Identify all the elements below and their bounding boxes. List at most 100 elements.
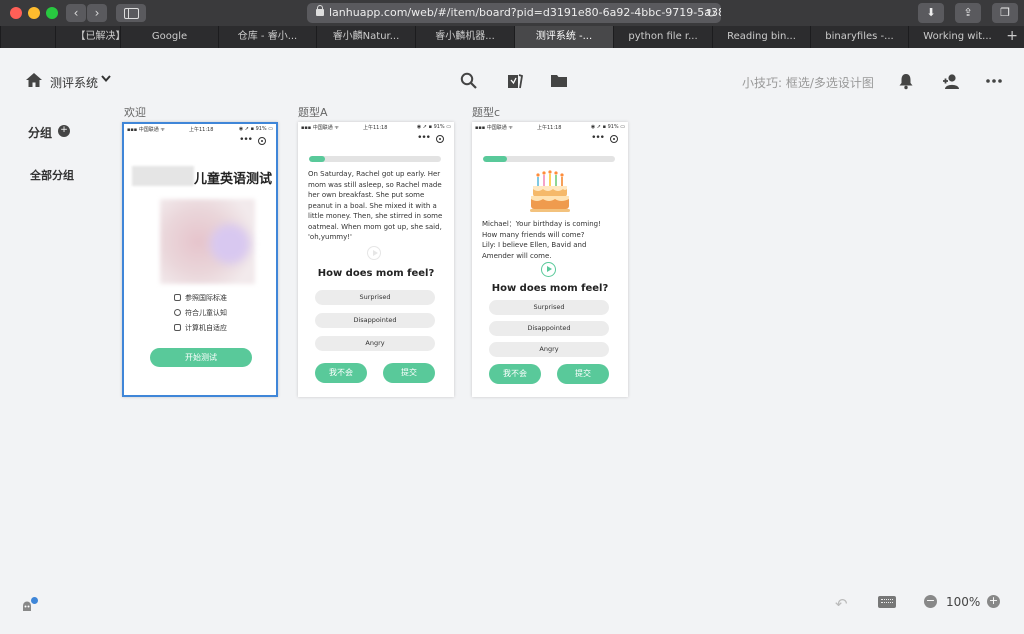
search-icon[interactable] (460, 72, 478, 90)
undo-icon[interactable]: ↶ (835, 595, 848, 613)
tab-evaluation-system[interactable]: 测评系统 -... (514, 26, 613, 48)
folder-icon[interactable] (550, 72, 568, 90)
lock-icon (316, 5, 324, 16)
battery-text: ◉ ➚ ▪ 91% ▭ (590, 124, 625, 130)
blurred-illustration (160, 199, 255, 284)
option-angry[interactable]: Angry (315, 336, 435, 351)
zoom-level[interactable]: 100% (946, 595, 980, 609)
skip-button[interactable]: 我不会 (489, 364, 541, 384)
phone-status-bar: ▪▪▪ 中国联通 ᯤ 上午11:18 ◉ ➚ ▪ 91% ▭ (127, 126, 273, 134)
feature-item: 参照国际标准 (174, 293, 227, 303)
address-bar[interactable]: lanhuapp.com/web/#/item/board?pid=d3191e… (307, 3, 721, 23)
play-audio-icon[interactable] (541, 262, 556, 277)
submit-button[interactable]: 提交 (383, 363, 435, 383)
close-target-icon (610, 135, 618, 143)
carrier-text: ▪▪▪ 中国联通 ᯤ (301, 125, 339, 131)
reading-passage: On Saturday, Rachel got up early. Her mo… (308, 170, 443, 241)
home-icon[interactable] (26, 73, 42, 87)
add-group-button[interactable]: + (58, 125, 70, 137)
chevron-down-icon[interactable] (101, 73, 111, 85)
smile-icon (174, 309, 181, 316)
dialog-text: Michael：Your birthday is coming! How man… (482, 220, 601, 260)
more-dots-icon: ••• (239, 135, 253, 145)
project-name[interactable]: 测评系统 (50, 74, 98, 91)
group-item-all[interactable]: 全部分组 (30, 167, 74, 183)
url-text: lanhuapp.com/web/#/item/board?pid=d3191e… (329, 6, 721, 19)
document-icon (174, 294, 181, 301)
option-surprised[interactable]: Surprised (489, 300, 609, 315)
reload-icon[interactable]: ↻ (706, 3, 716, 23)
feature-item: 计算机自适应 (174, 323, 227, 333)
download-icon[interactable]: ⬇ (918, 3, 944, 23)
progress-fill (309, 156, 325, 162)
more-dots-icon: ••• (591, 133, 605, 143)
artboard-welcome[interactable]: ▪▪▪ 中国联通 ᯤ 上午11:18 ◉ ➚ ▪ 91% ▭ ••• 儿童英语测… (122, 122, 278, 397)
play-audio-icon[interactable] (367, 246, 381, 260)
artboard-type-c[interactable]: ▪▪▪ 中国联通 ᯤ 上午11:18 ◉ ➚ ▪ 91% ▭ ••• Micha… (472, 122, 628, 397)
time-text: 上午11:18 (537, 125, 562, 131)
tip-text: 小技巧: 框选/多选设计图 (742, 76, 874, 90)
option-angry[interactable]: Angry (489, 342, 609, 357)
more-options-icon[interactable] (985, 72, 1003, 90)
question-text: How does mom feel? (491, 283, 609, 294)
option-surprised[interactable]: Surprised (315, 290, 435, 305)
tab-repo[interactable]: 仓库 - 睿小... (218, 26, 316, 48)
carrier-text: ▪▪▪ 中国联通 ᯤ (475, 125, 513, 131)
browser-titlebar: ‹ › lanhuapp.com/web/#/item/board?pid=d3… (0, 0, 1024, 26)
minimize-window-button[interactable] (28, 7, 40, 19)
progress-bar (309, 156, 441, 162)
tab-binaryfiles[interactable]: binaryfiles -... (810, 26, 908, 48)
progress-fill (483, 156, 507, 162)
start-test-button[interactable]: 开始测试 (150, 348, 252, 367)
battery-text: ◉ ➚ ▪ 91% ▭ (238, 126, 273, 132)
battery-text: ◉ ➚ ▪ 91% ▭ (416, 124, 451, 130)
progress-bar (483, 156, 615, 162)
time-text: 上午11:18 (363, 125, 388, 131)
maximize-window-button[interactable] (46, 7, 58, 19)
artboard-label-welcome[interactable]: 欢迎 (124, 104, 146, 120)
close-window-button[interactable] (10, 7, 22, 19)
tab-robot[interactable]: 睿小麟机器... (415, 26, 514, 48)
group-title: 分组 (28, 126, 53, 140)
keyboard-shortcuts-icon[interactable] (878, 596, 896, 608)
close-target-icon (258, 137, 266, 145)
artboard-label-type-a[interactable]: 题型A (298, 104, 328, 120)
tab-google[interactable]: Google (120, 26, 218, 48)
tab-reading-binary[interactable]: Reading bin... (712, 26, 810, 48)
monitor-icon (174, 324, 181, 331)
new-tab-button[interactable]: + (1006, 28, 1018, 44)
zoom-out-button[interactable]: − (924, 595, 937, 608)
submit-button[interactable]: 提交 (557, 364, 609, 384)
blurred-logo (132, 166, 194, 186)
add-member-icon[interactable] (942, 72, 960, 90)
phone-status-bar: ▪▪▪ 中国联通 ᯤ 上午11:18 ◉ ➚ ▪ 91% ▭ (475, 124, 625, 132)
share-icon[interactable]: ⇪ (955, 3, 981, 23)
test-title: 儿童英语测试 (194, 172, 273, 187)
tab-bar: 【已解决】 Google 仓库 - 睿小... 睿小麟Natur... 睿小麟机… (0, 26, 1024, 48)
birthday-cake-icon (530, 170, 570, 212)
back-button[interactable]: ‹ (66, 4, 86, 22)
skip-button[interactable]: 我不会 (315, 363, 367, 383)
close-target-icon (436, 135, 444, 143)
option-disappointed[interactable]: Disappointed (489, 321, 609, 336)
sidebar-toggle-icon[interactable] (116, 4, 146, 22)
question-text: How does mom feel? (317, 268, 435, 279)
bell-icon[interactable] (897, 72, 915, 90)
option-disappointed[interactable]: Disappointed (315, 313, 435, 328)
more-dots-icon: ••• (417, 133, 431, 143)
cards-icon[interactable] (506, 72, 524, 90)
artboard-label-type-c[interactable]: 题型c (472, 104, 500, 120)
phone-status-bar: ▪▪▪ 中国联通 ᯤ 上午11:18 ◉ ➚ ▪ 91% ▭ (301, 124, 451, 132)
tab-working-with[interactable]: Working wit... (908, 26, 1006, 48)
tab-natural[interactable]: 睿小麟Natur... (316, 26, 415, 48)
forward-button[interactable]: › (87, 4, 107, 22)
time-text: 上午11:18 (189, 127, 214, 133)
tab-python-file[interactable]: python file r... (613, 26, 712, 48)
tabs-overview-icon[interactable]: ❐ (992, 3, 1018, 23)
artboard-type-a[interactable]: ▪▪▪ 中国联通 ᯤ 上午11:18 ◉ ➚ ▪ 91% ▭ ••• On Sa… (298, 122, 454, 397)
carrier-text: ▪▪▪ 中国联通 ᯤ (127, 127, 165, 133)
tab-pinned[interactable] (0, 26, 55, 48)
feature-item: 符合儿童认知 (174, 308, 227, 318)
zoom-in-button[interactable]: + (987, 595, 1000, 608)
notification-badge (31, 597, 38, 604)
